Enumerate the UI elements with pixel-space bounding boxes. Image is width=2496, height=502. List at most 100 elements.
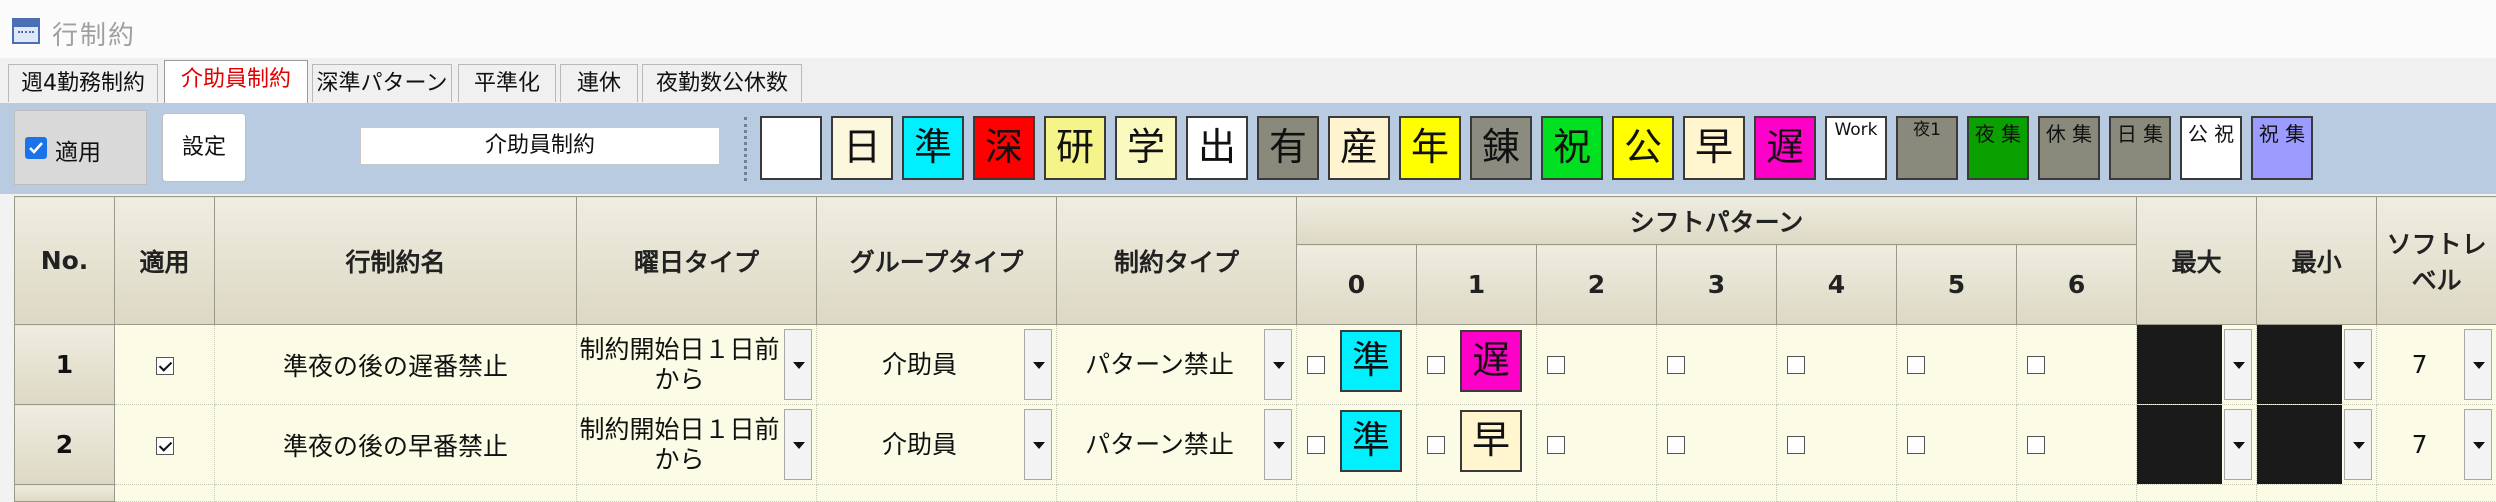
shift-chip[interactable]: 準 (1340, 410, 1402, 472)
row-shift-cell-0[interactable]: 準 (1297, 405, 1417, 485)
row-group-type-cell[interactable]: 介助員 (817, 405, 1057, 485)
shift-checkbox[interactable] (1667, 356, 1685, 374)
apply-toggle[interactable]: 適用 (14, 110, 147, 185)
palette-paid-leave[interactable]: 有 (1257, 116, 1319, 180)
chevron-down-icon[interactable] (2464, 329, 2492, 400)
palette-training[interactable]: 研 (1044, 116, 1106, 180)
palette-drill[interactable]: 錬 (1470, 116, 1532, 180)
palette-semi-night[interactable]: 準 (902, 116, 964, 180)
table-row[interactable] (15, 485, 2496, 502)
apply-checkbox[interactable] (25, 137, 47, 159)
settings-button[interactable]: 設定 (162, 113, 246, 182)
row-shift-cell-1[interactable]: 早 (1417, 405, 1537, 485)
chevron-down-icon[interactable] (2224, 409, 2252, 480)
row-shift-cell-3[interactable] (1657, 405, 1777, 485)
row-shift-cell-6[interactable] (2017, 405, 2137, 485)
shift-chip[interactable]: 早 (1460, 410, 1522, 472)
palette-blank[interactable] (760, 116, 822, 180)
shift-checkbox[interactable] (1787, 356, 1805, 374)
shift-checkbox[interactable] (1547, 436, 1565, 454)
tab-night-duty-holidays[interactable]: 夜勤数公休数 (642, 64, 802, 102)
row-constraint-type-cell[interactable]: パターン禁止 (1057, 405, 1297, 485)
row-constraint-type-cell[interactable]: パターン禁止 (1057, 325, 1297, 405)
palette-early[interactable]: 早 (1683, 116, 1745, 180)
row-shift-cell-2[interactable] (1537, 405, 1657, 485)
row-soft-level-value: 7 (2377, 405, 2462, 484)
row-apply-checkbox[interactable] (156, 357, 174, 375)
shift-checkbox[interactable] (1427, 436, 1445, 454)
row-soft-level-cell[interactable]: 7 (2377, 325, 2496, 405)
row-day-type-cell[interactable]: 制約開始日１日前から (577, 405, 817, 485)
row-apply-cell[interactable] (115, 405, 215, 485)
row-shift-cell-2[interactable] (1537, 325, 1657, 405)
row-shift-cell-6[interactable] (2017, 325, 2137, 405)
chevron-down-icon[interactable] (2344, 409, 2372, 480)
palette-deep-night[interactable]: 深 (973, 116, 1035, 180)
row-apply-checkbox[interactable] (156, 437, 174, 455)
shift-checkbox[interactable] (1907, 436, 1925, 454)
row-shift-cell-5[interactable] (1897, 325, 2017, 405)
palette-rest-group[interactable]: 休 集 (2038, 116, 2100, 180)
chevron-down-icon[interactable] (2464, 409, 2492, 480)
shift-checkbox[interactable] (1547, 356, 1565, 374)
shift-checkbox[interactable] (2027, 436, 2045, 454)
palette-public-holiday-combo[interactable]: 公 祝 (2180, 116, 2242, 180)
palette-day[interactable]: 日 (831, 116, 893, 180)
row-shift-cell-4[interactable] (1777, 405, 1897, 485)
chevron-down-icon[interactable] (1024, 409, 1052, 480)
row-max-cell[interactable] (2137, 325, 2257, 405)
row-shift-cell-5[interactable] (1897, 405, 2017, 485)
chevron-down-icon[interactable] (1024, 329, 1052, 400)
palette-holiday-group[interactable]: 祝 集 (2251, 116, 2313, 180)
chevron-down-icon[interactable] (1264, 409, 1292, 480)
palette-late[interactable]: 遅 (1754, 116, 1816, 180)
shift-checkbox[interactable] (2027, 356, 2045, 374)
row-min-cell[interactable] (2257, 405, 2377, 485)
tab-assistant-constraint[interactable]: 介助員制約 (164, 60, 308, 103)
palette-annual[interactable]: 年 (1399, 116, 1461, 180)
row-group-type-cell[interactable]: 介助員 (817, 325, 1057, 405)
palette-public-holiday[interactable]: 公 (1612, 116, 1674, 180)
shift-checkbox[interactable] (1427, 356, 1445, 374)
tab-deep-semi-pattern[interactable]: 深準パターン (312, 64, 452, 102)
table-row[interactable]: 2準夜の後の早番禁止制約開始日１日前から介助員パターン禁止準早7 (15, 405, 2496, 485)
constraint-name-field[interactable]: 介助員制約 (360, 127, 720, 165)
chevron-down-icon[interactable] (2224, 329, 2252, 400)
palette-maternity[interactable]: 産 (1328, 116, 1390, 180)
shift-checkbox[interactable] (1307, 436, 1325, 454)
row-shift-cell-4[interactable] (1777, 325, 1897, 405)
tab-consecutive-holidays[interactable]: 連休 (560, 64, 638, 102)
row-soft-level-cell[interactable]: 7 (2377, 405, 2496, 485)
shift-chip[interactable]: 準 (1340, 330, 1402, 392)
row-shift-cell-3[interactable] (1657, 325, 1777, 405)
shift-chip[interactable]: 遅 (1460, 330, 1522, 392)
shift-checkbox[interactable] (1787, 436, 1805, 454)
palette-attend[interactable]: 出 (1186, 116, 1248, 180)
toolbar-grip[interactable] (744, 117, 751, 181)
shift-checkbox[interactable] (1667, 436, 1685, 454)
row-shift-cell-0[interactable]: 準 (1297, 325, 1417, 405)
row-constraint-type-value: パターン禁止 (1057, 405, 1262, 484)
tab-weekly-4day[interactable]: 週4勤務制約 (8, 64, 158, 102)
palette-day-group[interactable]: 日 集 (2109, 116, 2171, 180)
row-max-cell[interactable] (2137, 405, 2257, 485)
row-shift-cell-1[interactable]: 遅 (1417, 325, 1537, 405)
table-row[interactable]: 1準夜の後の遅番禁止制約開始日１日前から介助員パターン禁止準遅7 (15, 325, 2496, 405)
row-day-type-cell[interactable]: 制約開始日１日前から (577, 325, 817, 405)
chevron-down-icon[interactable] (2344, 329, 2372, 400)
row-apply-cell[interactable] (115, 325, 215, 405)
shift-checkbox[interactable] (1907, 356, 1925, 374)
chevron-down-icon[interactable] (784, 409, 812, 480)
row-constraint-name[interactable]: 準夜の後の遅番禁止 (215, 325, 577, 405)
palette-night1[interactable]: 夜1 (1896, 116, 1958, 180)
row-constraint-name[interactable]: 準夜の後の早番禁止 (215, 405, 577, 485)
chevron-down-icon[interactable] (1264, 329, 1292, 400)
palette-holiday[interactable]: 祝 (1541, 116, 1603, 180)
tab-leveling[interactable]: 平準化 (458, 64, 556, 102)
chevron-down-icon[interactable] (784, 329, 812, 400)
shift-checkbox[interactable] (1307, 356, 1325, 374)
row-min-cell[interactable] (2257, 325, 2377, 405)
palette-work[interactable]: Work (1825, 116, 1887, 180)
palette-study[interactable]: 学 (1115, 116, 1177, 180)
palette-night-group[interactable]: 夜 集 (1967, 116, 2029, 180)
